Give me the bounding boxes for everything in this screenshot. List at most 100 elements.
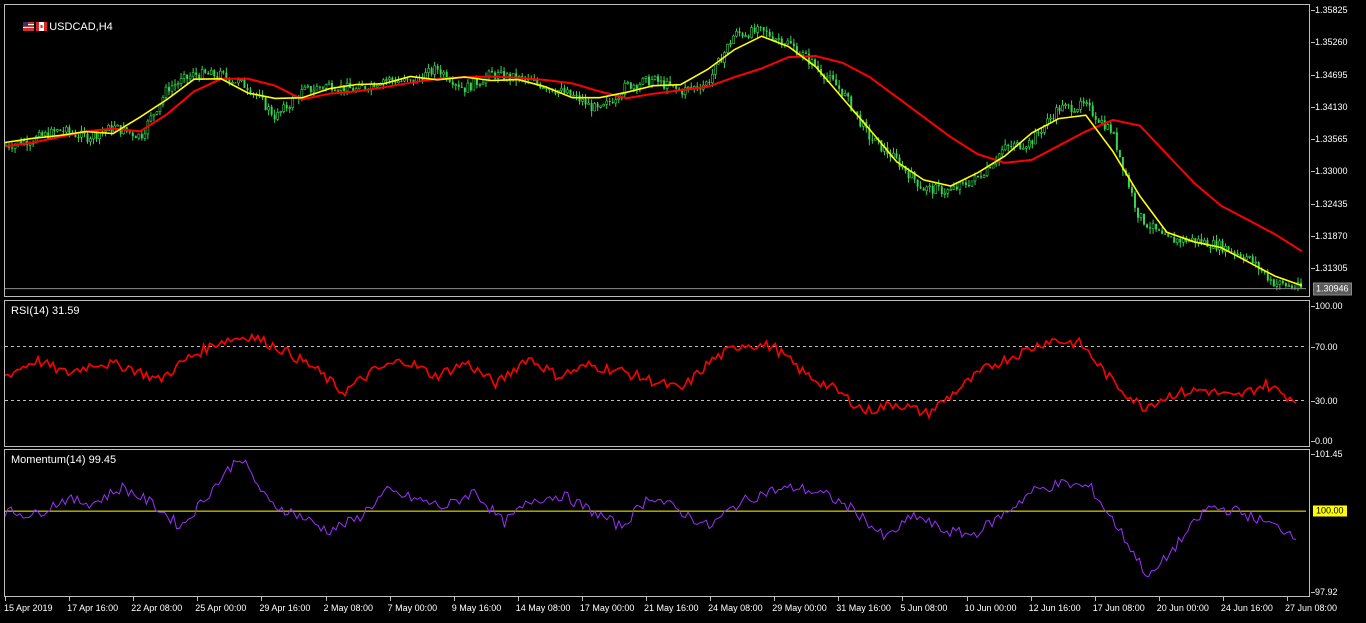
candle-body — [638, 84, 642, 89]
candle-body — [1094, 116, 1097, 120]
candle-body — [92, 131, 95, 140]
candle-body — [243, 79, 246, 88]
time-tick-mark — [1222, 597, 1224, 601]
candle-body — [469, 83, 472, 91]
candle-body — [922, 188, 925, 191]
time-tick: 21 May 16:00 — [644, 603, 699, 613]
candle-body — [116, 124, 119, 127]
candle-body — [847, 93, 850, 97]
candle-body — [928, 185, 932, 188]
candle-body — [327, 82, 331, 86]
rsi-tick: 30.00 — [1315, 395, 1338, 406]
momentum-line — [4, 459, 1297, 578]
candle-body — [536, 79, 539, 84]
candle-body — [222, 71, 225, 73]
candle-body — [874, 138, 877, 141]
price-tick: 1.31305 — [1315, 263, 1348, 274]
candle-body — [1010, 145, 1013, 148]
candle-body — [753, 27, 756, 33]
candle-body — [234, 82, 237, 84]
rsi-tick: 100.00 — [1315, 301, 1343, 311]
rsi-line — [4, 332, 1297, 420]
time-tick: 5 Jun 08:00 — [900, 603, 948, 613]
time-tick: 12 Jun 16:00 — [1028, 603, 1081, 613]
candle-body — [895, 153, 898, 158]
time-tick-mark — [261, 597, 263, 601]
candle-body — [43, 132, 47, 137]
candle-body — [931, 185, 934, 194]
candle-body — [312, 89, 316, 93]
candle-body — [216, 76, 219, 78]
candle-body — [279, 111, 282, 113]
candle-body — [566, 89, 569, 94]
candle-body — [285, 104, 288, 109]
candle-body — [843, 93, 847, 96]
candle-body — [466, 82, 470, 93]
candle-body — [155, 111, 159, 115]
candle-body — [195, 72, 198, 75]
candle-body — [28, 143, 32, 146]
candle-body — [406, 78, 409, 80]
candle-body — [1155, 223, 1158, 230]
candle-body — [675, 85, 678, 89]
candle-body — [246, 87, 249, 91]
time-tick-mark — [774, 597, 776, 601]
candle-body — [176, 83, 180, 86]
candle-body — [1031, 140, 1034, 145]
time-tick: 22 Apr 08:00 — [131, 603, 183, 613]
candle-body — [303, 86, 307, 90]
time-tick-mark — [710, 597, 712, 601]
candle-body — [1085, 102, 1088, 105]
time-tick-mark — [1030, 597, 1032, 601]
candle-body — [1055, 107, 1058, 120]
candle-body — [1218, 240, 1221, 251]
candle-body — [841, 88, 844, 96]
candle-body — [967, 185, 970, 187]
candle-body — [626, 82, 630, 84]
candle-body — [584, 99, 587, 105]
candle-body — [786, 40, 790, 45]
time-tick: 7 May 00:00 — [387, 603, 438, 613]
candle-body — [1275, 283, 1279, 287]
candle-body — [427, 68, 430, 73]
candle-body — [792, 43, 795, 47]
candle-body — [804, 52, 807, 54]
candle-body — [949, 189, 953, 191]
candle-body — [499, 70, 503, 73]
price-axis: 1.35825 1.35260 1.34695 1.34130 1.33565 1.330… — [1311, 0, 1366, 623]
candle-body — [635, 85, 638, 89]
candle-body — [1064, 104, 1067, 106]
time-tick: 20 Jun 00:00 — [1156, 603, 1209, 613]
candle-body — [741, 33, 744, 37]
candle-body — [1203, 239, 1206, 244]
candle-body — [37, 131, 41, 137]
time-tick-mark — [1094, 597, 1096, 601]
candle-body — [219, 70, 222, 79]
candle-body — [768, 31, 771, 37]
candle-body — [391, 77, 394, 81]
candle-body — [491, 71, 494, 73]
candle-body — [777, 38, 781, 40]
candle-body — [53, 129, 56, 132]
candle-body — [940, 186, 943, 195]
chart-canvas — [4, 23, 1306, 578]
candle-body — [77, 136, 80, 138]
candle-body — [1034, 131, 1037, 145]
candle-body — [457, 84, 460, 87]
candle-body — [970, 180, 974, 187]
momentum-tick: 97.92 — [1315, 587, 1338, 597]
candle-body — [1284, 283, 1287, 287]
time-tick-mark — [69, 597, 71, 601]
candle-body — [608, 100, 611, 102]
candle-body — [575, 95, 578, 97]
momentum-level-label: 100.00 — [1313, 505, 1347, 517]
candle-body — [131, 132, 134, 137]
candle-body — [65, 126, 68, 133]
candle-body — [916, 179, 919, 187]
candle-body — [629, 82, 632, 89]
time-tick: 10 Jun 00:00 — [964, 603, 1017, 613]
candle-body — [200, 69, 204, 80]
candle-body — [170, 85, 174, 92]
candle-body — [596, 103, 599, 108]
candle-body — [430, 68, 433, 75]
